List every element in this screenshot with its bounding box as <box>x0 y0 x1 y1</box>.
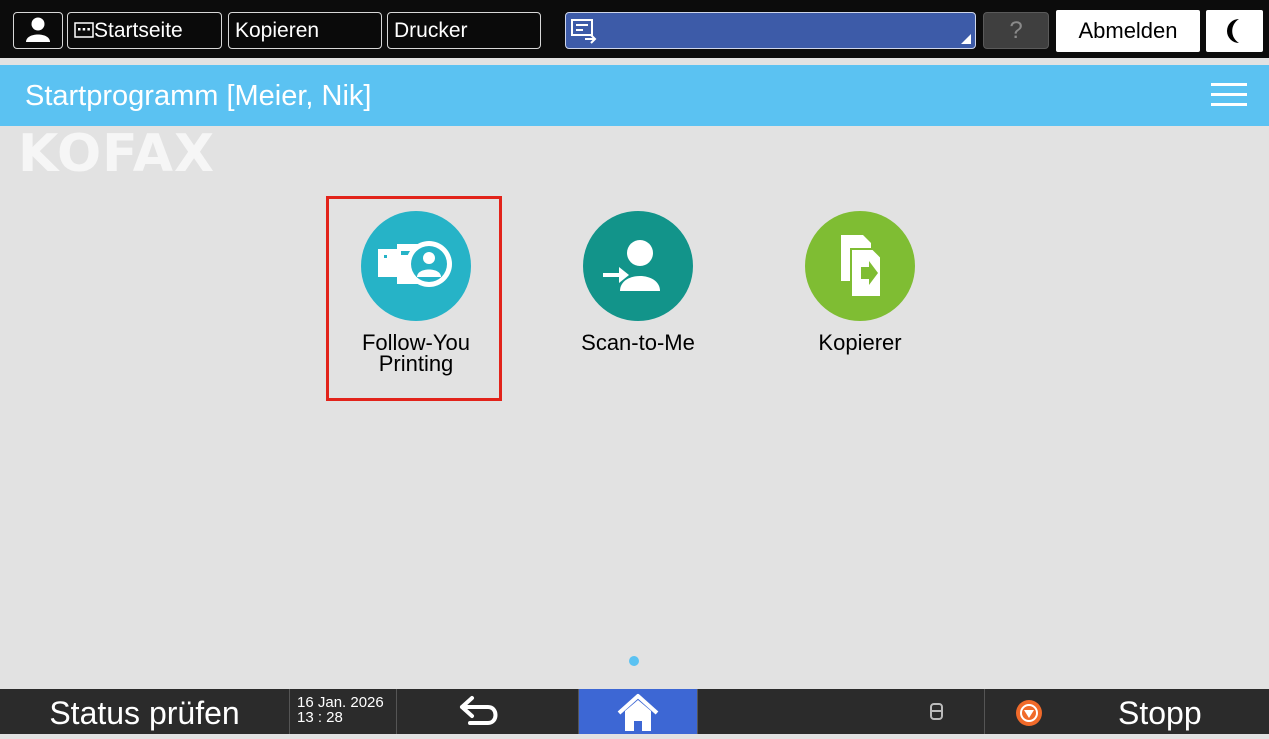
user-icon <box>26 17 50 42</box>
startseite-label: Startseite <box>94 19 183 42</box>
user-button[interactable] <box>13 12 63 49</box>
abmelden-label: Abmelden <box>1078 18 1178 43</box>
app-label: Kopierer <box>818 330 902 355</box>
back-button[interactable] <box>440 689 520 734</box>
date-time: 16 Jan. 2026 13 : 28 <box>290 689 395 734</box>
data-indicator-icon <box>922 689 952 734</box>
kopieren-label: Kopieren <box>235 19 320 42</box>
keypad-icon <box>74 22 94 38</box>
application-switch-dropdown[interactable] <box>565 12 976 49</box>
stop-icon <box>1016 700 1042 726</box>
home-icon <box>617 694 659 731</box>
scan-to-me-icon <box>583 211 693 321</box>
stop-button[interactable]: Stopp <box>985 689 1269 734</box>
title-bar: Startprogramm [Meier, Nik] <box>0 65 1269 126</box>
date-text: 16 Jan. 2026 <box>297 694 384 711</box>
page-title: Startprogramm [Meier, Nik] <box>25 80 372 112</box>
startseite-button[interactable]: Startseite <box>67 12 222 49</box>
home-button[interactable] <box>579 689 697 734</box>
app-kopierer[interactable]: Kopierer <box>770 200 950 400</box>
kofax-logo: KOFAX <box>18 124 216 184</box>
divider <box>697 689 698 734</box>
app-label: Scan-to-Me <box>581 330 695 355</box>
stop-label: Stopp <box>1118 695 1202 731</box>
energy-saver-button[interactable] <box>1206 10 1263 52</box>
divider <box>396 689 397 734</box>
abmelden-button[interactable]: Abmelden <box>1056 10 1200 52</box>
time-text: 13 : 28 <box>297 709 343 726</box>
moon-icon <box>1227 19 1239 43</box>
bottom-bar: Status prüfen 16 Jan. 2026 13 : 28 Stopp <box>0 689 1269 734</box>
help-button[interactable]: ? <box>983 12 1049 49</box>
selection-highlight <box>326 196 502 401</box>
top-bar: Startseite Kopieren Drucker ? Abmelden <box>0 0 1269 58</box>
copier-icon <box>805 211 915 321</box>
drucker-label: Drucker <box>394 19 468 42</box>
page-indicator-dot <box>629 656 639 666</box>
app-scan-to-me[interactable]: Scan-to-Me <box>548 200 728 400</box>
dropdown-corner-icon <box>961 34 971 44</box>
help-label: ? <box>1009 17 1023 44</box>
kopieren-button[interactable]: Kopieren <box>228 12 382 49</box>
drucker-button[interactable]: Drucker <box>387 12 541 49</box>
back-arrow-icon <box>460 696 498 725</box>
status-check-button[interactable]: Status prüfen <box>0 689 289 734</box>
application-switch-icon <box>571 19 597 44</box>
hamburger-menu-icon[interactable] <box>1211 80 1247 110</box>
